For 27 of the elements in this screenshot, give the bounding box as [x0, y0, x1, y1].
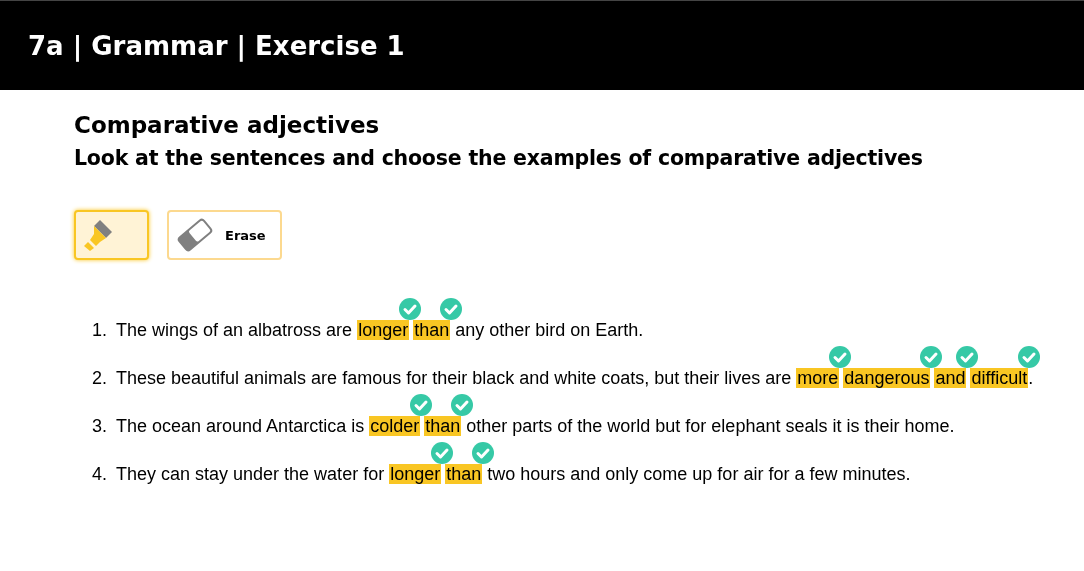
- exercise-heading: Comparative adjectives: [74, 112, 381, 138]
- item-number: 4.: [92, 464, 108, 485]
- sentence-text: The wings of an albatross are: [116, 320, 354, 340]
- item-number: 2.: [92, 368, 108, 389]
- page-title: 7a | Grammar | Exercise 1: [28, 30, 405, 61]
- sentence-text: other parts of the world but for elephant seals it is their home.: [465, 416, 955, 436]
- item-number: 1.: [92, 320, 108, 341]
- sentence-text: .: [1028, 368, 1034, 388]
- sentence-text: They can stay under the water for: [116, 464, 386, 484]
- highlighted-word[interactable]: and: [934, 368, 967, 388]
- highlighted-word[interactable]: more: [796, 368, 840, 388]
- highlighted-word[interactable]: than: [445, 464, 483, 484]
- sentence-text: any other bird on Earth.: [454, 320, 644, 340]
- sentence-text: The ocean around Antarctica is: [116, 416, 366, 436]
- instruction-text: Look at the sentences and choose the examples of comparative adjectives: [74, 146, 924, 170]
- highlighter-button[interactable]: [74, 210, 149, 260]
- item-number: 3.: [92, 416, 108, 437]
- highlighted-word[interactable]: difficult: [970, 368, 1029, 388]
- highlighted-word[interactable]: colder: [369, 416, 421, 436]
- highlighted-word[interactable]: longer: [357, 320, 410, 340]
- highlighted-word[interactable]: dangerous: [843, 368, 931, 388]
- sentence-text: two hours and only come up for air for a few minutes.: [486, 464, 911, 484]
- highlighted-word[interactable]: than: [424, 416, 462, 436]
- sentence-text: These beautiful animals are famous for their black and white coats, but their lives are: [116, 368, 793, 388]
- eraser-button[interactable]: Erase: [167, 210, 282, 260]
- highlighted-word[interactable]: longer: [389, 464, 442, 484]
- highlighted-word[interactable]: than: [413, 320, 451, 340]
